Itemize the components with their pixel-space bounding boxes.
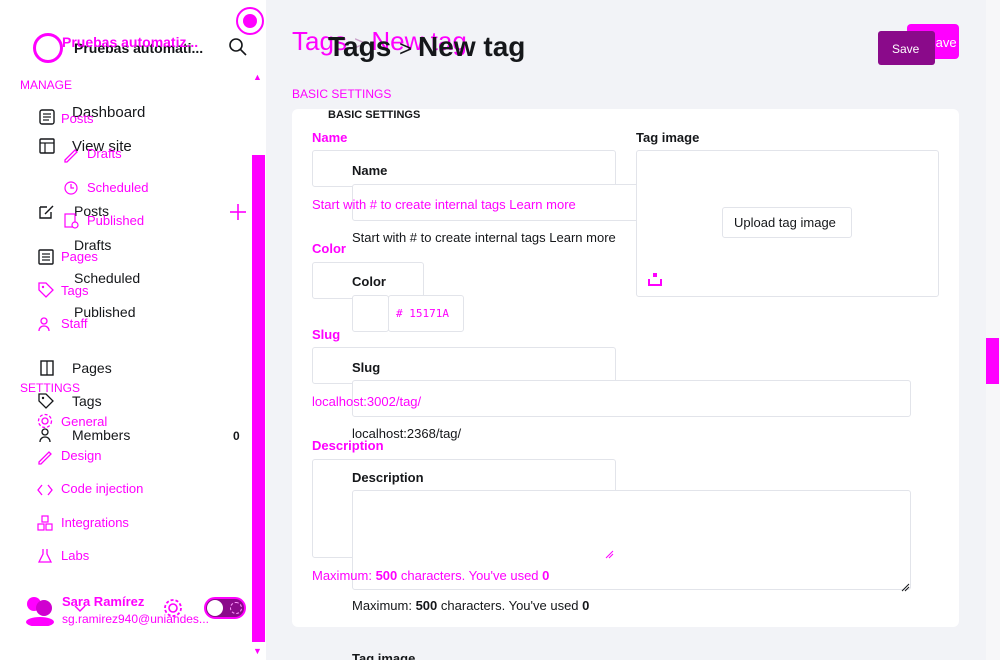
labs-icon	[36, 547, 54, 565]
page-scroll-thumb[interactable]	[986, 338, 999, 384]
slug-label-overlay: Slug	[312, 327, 341, 342]
sidebar-item-posts-overlay[interactable]: Posts	[61, 111, 94, 126]
name-label-overlay: Name	[312, 130, 348, 145]
sidebar-item-staff-overlay[interactable]: Staff	[61, 316, 88, 331]
sidebar-item-integrations-overlay[interactable]: Integrations	[61, 515, 129, 530]
add-post-icon[interactable]	[229, 203, 247, 221]
sidebar-item-pages[interactable]: Pages	[72, 360, 112, 376]
tags-dark-icon	[37, 392, 55, 410]
name-hint: Start with # to create internal tags Lea…	[352, 230, 616, 245]
search-icon[interactable]	[228, 37, 248, 57]
sidebar-item-drafts-overlay[interactable]: Drafts	[87, 146, 122, 161]
name-hint-overlay: Start with # to create internal tags Lea…	[312, 197, 576, 212]
learn-more-link-overlay[interactable]: Learn more	[509, 197, 575, 212]
description-hint: Maximum: 500 characters. You've used 0	[352, 598, 590, 613]
night-mode-toggle[interactable]	[204, 597, 246, 619]
sidebar-item-code-injection-overlay[interactable]: Code injection	[61, 481, 143, 496]
tag-image-label: Tag image	[636, 130, 700, 145]
upload-icon[interactable]	[648, 272, 662, 286]
description-hint-overlay: Maximum: 500 characters. You've used 0	[312, 568, 550, 583]
avatar[interactable]	[22, 594, 58, 627]
posts-icon	[37, 203, 55, 221]
description-label-overlay: Description	[312, 438, 384, 453]
sidebar-item-design-overlay[interactable]: Design	[61, 448, 101, 463]
tags-icon	[37, 281, 55, 299]
notification-dot-icon[interactable]	[236, 7, 264, 35]
site-name[interactable]: Pruebas automatiz...	[62, 34, 198, 50]
sidebar-item-tags[interactable]: Tags	[72, 393, 102, 409]
sidebar-scroll-thumb[interactable]	[252, 155, 265, 642]
slug-preview-overlay: localhost:3002/tag/	[312, 394, 422, 409]
color-swatch[interactable]	[352, 295, 389, 332]
site-logo-icon[interactable]	[33, 33, 63, 63]
integrations-icon	[36, 514, 54, 532]
breadcrumb: Tags > New tag	[328, 31, 525, 63]
breadcrumb-separator: >	[399, 36, 419, 61]
moon-icon	[230, 602, 242, 614]
members-icon	[38, 426, 56, 444]
code-injection-icon	[36, 481, 54, 499]
chevron-down-icon[interactable]	[74, 600, 86, 612]
scheduled-icon	[62, 179, 80, 197]
sidebar-item-labs-overlay[interactable]: Labs	[61, 548, 89, 563]
pages-icon	[37, 248, 55, 266]
sidebar-item-pages-overlay[interactable]: Pages	[61, 249, 98, 264]
gear-icon[interactable]	[162, 597, 184, 619]
sidebar-scroll-down-icon[interactable]: ▼	[253, 646, 262, 656]
published-icon	[62, 212, 80, 230]
upload-tag-image-label[interactable]: Upload tag image	[734, 215, 836, 230]
sidebar-item-published-overlay[interactable]: Published	[87, 213, 144, 228]
page-scrollbar[interactable]	[986, 0, 1000, 660]
color-label-overlay: Color	[312, 241, 346, 256]
breadcrumb-parent[interactable]: Tags	[328, 31, 391, 62]
sidebar-item-scheduled-overlay[interactable]: Scheduled	[87, 180, 148, 195]
name-label: Name	[352, 163, 388, 178]
sidebar-item-general-overlay[interactable]: General	[61, 414, 107, 429]
toggle-knob	[207, 600, 223, 616]
page-title: New tag	[418, 31, 526, 62]
color-value: # 15171A	[396, 307, 449, 320]
section-title-overlay: BASIC SETTINGS	[292, 87, 392, 101]
design-icon	[36, 447, 54, 465]
color-label: Color	[352, 274, 386, 289]
save-button[interactable]: Save	[878, 31, 935, 65]
description-label: Description	[352, 470, 424, 485]
user-email: sg.ramirez940@uniandes...	[62, 612, 209, 626]
sidebar-scroll-up-icon[interactable]: ▲	[253, 72, 262, 82]
view-site-icon	[38, 137, 56, 155]
staff-icon	[37, 315, 55, 333]
manage-heading: MANAGE	[20, 78, 73, 92]
slug-input[interactable]	[352, 380, 911, 417]
sidebar-item-tags-overlay[interactable]: Tags	[61, 283, 88, 298]
dashboard-icon	[38, 108, 56, 126]
tag-image-label-lower: Tag image	[352, 651, 416, 660]
resize-handle-icon[interactable]	[604, 546, 614, 559]
sidebar-item-members[interactable]: Members	[72, 427, 130, 443]
pages-dark-icon	[38, 359, 56, 377]
slug-label: Slug	[352, 360, 381, 375]
sidebar: Pruebas automati... Pruebas automatiz...…	[0, 0, 266, 660]
members-count: 0	[233, 429, 240, 443]
learn-more-link[interactable]: Learn more	[549, 230, 615, 245]
drafts-icon	[62, 145, 80, 163]
resize-handle-dark-icon[interactable]	[900, 579, 910, 592]
section-title: BASIC SETTINGS	[328, 109, 421, 121]
